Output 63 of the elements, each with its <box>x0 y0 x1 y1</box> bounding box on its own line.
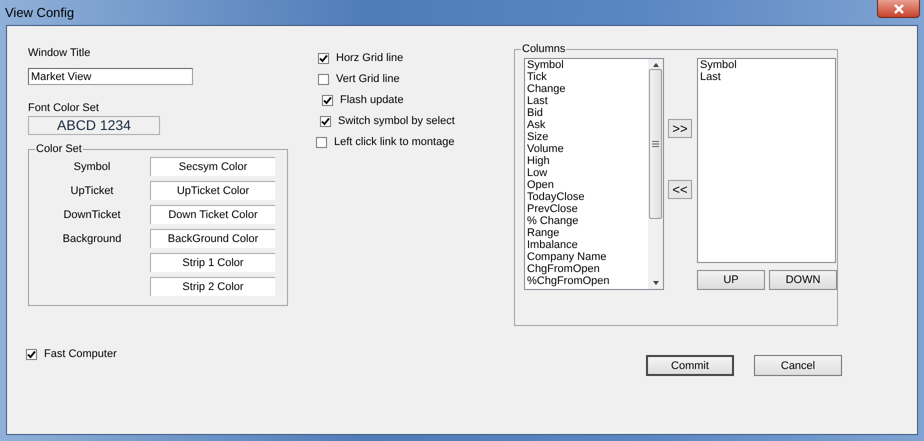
list-item[interactable]: Symbol <box>700 59 737 71</box>
list-item[interactable]: Last <box>700 71 721 83</box>
group-title: Color Set <box>35 143 83 155</box>
checkbox-label: Left click link to montage <box>334 135 454 149</box>
list-item[interactable]: Imbalance <box>527 239 578 251</box>
remove-button[interactable]: << <box>668 180 692 199</box>
close-icon <box>892 4 904 14</box>
scrollbar-thumb[interactable] <box>649 69 662 219</box>
list-item[interactable]: TodayClose <box>527 191 584 203</box>
down-button[interactable]: DOWN <box>769 270 837 290</box>
dialog-button[interactable]: Commit <box>646 355 734 376</box>
color-button[interactable]: Down Ticket Color <box>150 205 275 224</box>
checkbox-label: Switch symbol by select <box>338 114 455 128</box>
checkbox[interactable] <box>320 116 331 126</box>
list-item[interactable]: Symbol <box>527 59 564 71</box>
color-label: Symbol <box>74 160 110 172</box>
list-item[interactable]: Bid <box>527 107 543 119</box>
color-label: UpTicket <box>70 184 114 196</box>
list-item[interactable]: Low <box>527 167 548 179</box>
dialog-button[interactable]: Cancel <box>754 355 842 376</box>
scroll-up-icon[interactable] <box>652 63 658 67</box>
list-item[interactable]: Tick <box>527 71 547 83</box>
list-item[interactable]: Company Name <box>527 251 606 263</box>
checkbox-label: Horz Grid line <box>336 51 404 65</box>
scrollbar[interactable] <box>648 59 663 289</box>
color-button[interactable]: Secsym Color <box>150 157 275 176</box>
list-item[interactable]: Size <box>527 131 548 143</box>
color-label: Background <box>62 232 122 244</box>
color-label: DownTicket <box>63 208 121 220</box>
color-button[interactable]: BackGround Color <box>150 229 275 248</box>
list-item[interactable]: Last <box>527 95 548 107</box>
checkbox[interactable] <box>316 136 327 148</box>
grip-icon <box>652 141 659 147</box>
scroll-down-icon[interactable] <box>652 281 658 285</box>
list-item[interactable]: % Change <box>527 215 578 227</box>
checkbox[interactable] <box>322 94 333 106</box>
font-sample: ABCD 1234 <box>28 116 160 135</box>
checkbox[interactable] <box>318 52 329 64</box>
input-field[interactable]: Market View <box>28 68 193 85</box>
list-item[interactable]: Change <box>527 83 566 95</box>
close-button[interactable] <box>877 0 920 18</box>
color-button[interactable]: Strip 1 Color <box>150 253 275 272</box>
list-item[interactable]: Ask <box>527 119 546 131</box>
field-label: Font Color Set <box>28 101 99 115</box>
list-item[interactable]: ChgFromOpen <box>527 263 600 275</box>
list-item[interactable]: Range <box>527 227 560 239</box>
list-item[interactable]: PrevClose <box>527 203 578 215</box>
group-title: Columns <box>521 43 566 55</box>
checkbox-label: Flash update <box>340 93 404 107</box>
list-item[interactable]: High <box>527 155 550 167</box>
checkbox-label: Fast Computer <box>44 347 117 361</box>
checkbox[interactable] <box>318 74 329 84</box>
up-button[interactable]: UP <box>697 270 765 290</box>
window-title: View Config <box>5 5 74 20</box>
checkbox[interactable] <box>26 348 37 360</box>
checkbox-label: Vert Grid line <box>336 72 400 86</box>
field-label: Window Title <box>28 46 90 60</box>
color-button[interactable]: UpTicket Color <box>150 181 275 200</box>
color-button[interactable]: Strip 2 Color <box>150 277 275 296</box>
list-item[interactable]: %ChgFromOpen <box>527 275 610 287</box>
add-button[interactable]: >> <box>668 119 692 138</box>
list-item[interactable]: Open <box>527 179 554 191</box>
list-item[interactable]: Volume <box>527 143 564 155</box>
